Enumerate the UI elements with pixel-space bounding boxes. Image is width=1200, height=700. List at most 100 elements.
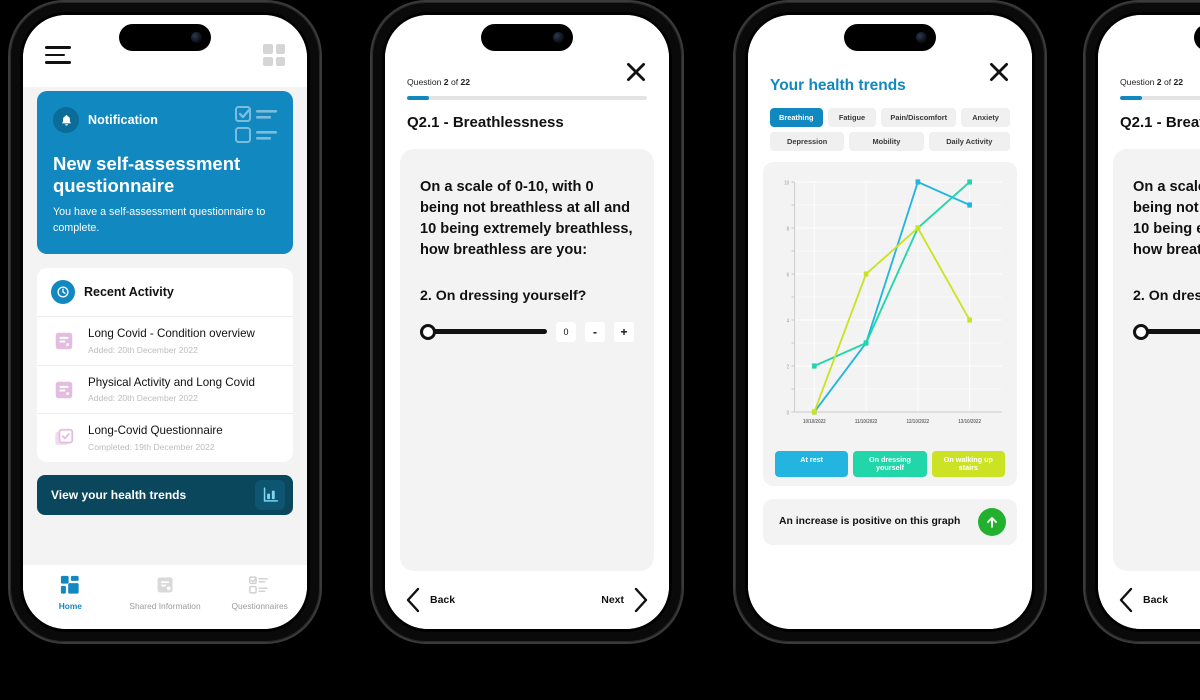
sidebar-item-questionnaires[interactable]: Questionnaires [212, 575, 307, 611]
slider-knob[interactable] [420, 323, 436, 340]
counter-middle: of [1161, 77, 1174, 87]
chip-depression[interactable]: Depression [770, 132, 845, 151]
legend-item-1[interactable]: On dressing yourself [853, 451, 927, 477]
front-camera [553, 32, 564, 43]
trends-screen: Your health trends Breathing Fatigue Pain/… [748, 15, 1032, 629]
back-button[interactable]: Back [1118, 587, 1168, 613]
list-item-meta: Added: 20th December 2022 [88, 344, 198, 355]
grid-icon[interactable] [263, 44, 285, 66]
chip-fatigue[interactable]: Fatigue [827, 108, 877, 127]
menu-line [45, 61, 71, 64]
document-icon [51, 377, 77, 403]
phone-home: Notification New self-assessment questio… [10, 2, 320, 642]
home-grid-icon [61, 575, 79, 594]
back-label: Back [1143, 594, 1169, 606]
counter-total: 22 [460, 77, 471, 87]
dynamic-island [844, 24, 936, 51]
question-card: On a scale of 0-10, with 0 being not bre… [1113, 149, 1200, 571]
graph-note-text: An increase is positive on this graph [779, 516, 961, 528]
question-body: On a scale of 0-10, with 0 being not bre… [1133, 179, 1200, 259]
chip-anxiety[interactable]: Anxiety [961, 108, 1011, 127]
front-camera [191, 32, 202, 43]
page-title: Your health trends [770, 77, 906, 94]
answer-slider[interactable] [1133, 323, 1200, 341]
question-heading: Q2.1 - Breathlessness [407, 114, 564, 131]
svg-text:6: 6 [787, 272, 790, 278]
question-navigation: Back Next [385, 571, 669, 629]
decrement-button[interactable]: - [585, 321, 605, 342]
home-layout: Notification New self-assessment questio… [23, 15, 307, 629]
counter-total: 22 [1173, 77, 1184, 87]
svg-text:4: 4 [787, 318, 790, 324]
document-icon [51, 328, 77, 354]
list-item[interactable]: Physical Activity and Long Covid Added: … [37, 364, 293, 413]
chip-mobility[interactable]: Mobility [849, 132, 924, 151]
question-screen: Question 2 of 22 Q2.1 - Breathlessness O… [385, 15, 669, 629]
chip-pain-discomfort[interactable]: Pain/Discomfort [881, 108, 957, 127]
chip-daily-activity[interactable]: Daily Activity [928, 132, 1010, 151]
arrow-up-circle-icon [978, 507, 1006, 536]
back-button[interactable]: Back [405, 587, 455, 613]
legend-item-0[interactable]: At rest [775, 451, 849, 477]
next-label: Next [601, 594, 624, 606]
increment-button[interactable]: + [614, 321, 634, 342]
questionnaire-list-icon [248, 576, 268, 594]
slider-track [420, 329, 547, 334]
tab-label-home: Home [58, 601, 82, 611]
sub-question: 2. On dressing yourself? [420, 287, 587, 304]
notification-card[interactable]: Notification New self-assessment questio… [37, 91, 293, 255]
list-item-meta: Added: 20th December 2022 [88, 393, 198, 404]
list-item-meta: Completed: 19th December 2022 [88, 441, 215, 452]
notification-title: New self-assessment questionnaire [53, 153, 241, 197]
tab-label-questionnaires: Questionnaires [231, 601, 288, 611]
progress-fill [407, 96, 429, 100]
answer-slider-row: 0 - + [420, 321, 634, 342]
question-counter: Question 2 of 22 [1120, 77, 1200, 87]
phone-bezel: Question 2 of 22 Q2.1 - Breathlessness O… [1095, 12, 1200, 632]
question-heading: Q2.1 - Breathlessness [1120, 114, 1200, 131]
question-screen-duplicate: Question 2 of 22 Q2.1 - Breathlessness O… [1098, 15, 1200, 629]
list-item-texts: Long-Covid Questionnaire Completed: 19th… [88, 424, 223, 451]
sidebar-item-shared-information[interactable]: Shared Information [118, 575, 213, 611]
phone-bezel: Your health trends Breathing Fatigue Pain/… [745, 12, 1035, 632]
view-health-trends-button[interactable]: View your health trends [37, 474, 293, 515]
legend-item-2[interactable]: On walking up stairs [931, 451, 1005, 477]
sidebar-item-home[interactable]: Home [23, 575, 118, 611]
metric-filter-chips: Breathing Fatigue Pain/Discomfort Anxiety De… [770, 108, 1011, 151]
recent-activity-card: Recent Activity Long Covid - Condition o… [37, 268, 293, 462]
counter-prefix: Question [407, 77, 444, 87]
back-label: Back [430, 594, 456, 606]
list-item-texts: Physical Activity and Long Covid Added: … [88, 376, 255, 403]
svg-text:12/10/2022: 12/10/2022 [907, 419, 930, 425]
next-button[interactable]: Next [601, 587, 649, 613]
chip-breathing[interactable]: Breathing [770, 108, 823, 127]
shared-document-icon [157, 577, 173, 593]
grid-cell [275, 44, 285, 54]
answer-slider[interactable] [420, 323, 547, 341]
question-card: On a scale of 0-10, with 0 being not bre… [400, 149, 654, 571]
close-icon[interactable] [623, 59, 649, 85]
close-icon[interactable] [986, 59, 1012, 85]
phone-bezel: Question 2 of 22 Q2.1 - Breathlessness O… [382, 12, 672, 632]
bottom-tabbar: Home Shared Information Questionnaires [23, 565, 307, 629]
menu-line [45, 53, 65, 57]
svg-text:0: 0 [787, 410, 790, 416]
svg-text:8: 8 [787, 226, 790, 232]
counter-middle: of [448, 77, 461, 87]
list-item-title: Long-Covid Questionnaire [88, 424, 223, 438]
slider-knob[interactable] [1133, 323, 1149, 340]
tab-label-shared-information: Shared Information [129, 601, 201, 611]
question-counter: Question 2 of 22 [407, 77, 647, 87]
trends-layout: Your health trends Breathing Fatigue Pain/… [748, 15, 1032, 629]
grid-cell [275, 56, 285, 66]
sub-question: 2. On dressing yourself? [1133, 287, 1200, 304]
list-item[interactable]: Long-Covid Questionnaire Completed: 19th… [37, 413, 293, 461]
hamburger-menu-icon[interactable] [45, 46, 71, 64]
bell-icon [53, 107, 79, 133]
progress-bar [1120, 96, 1200, 100]
list-item[interactable]: Long Covid - Condition overview Added: 2… [37, 316, 293, 364]
answer-slider-row: 0 - + [1133, 322, 1200, 342]
list-item-title: Physical Activity and Long Covid [88, 375, 255, 389]
progress-bar [407, 96, 647, 100]
question-navigation: Back Next [1098, 571, 1200, 629]
